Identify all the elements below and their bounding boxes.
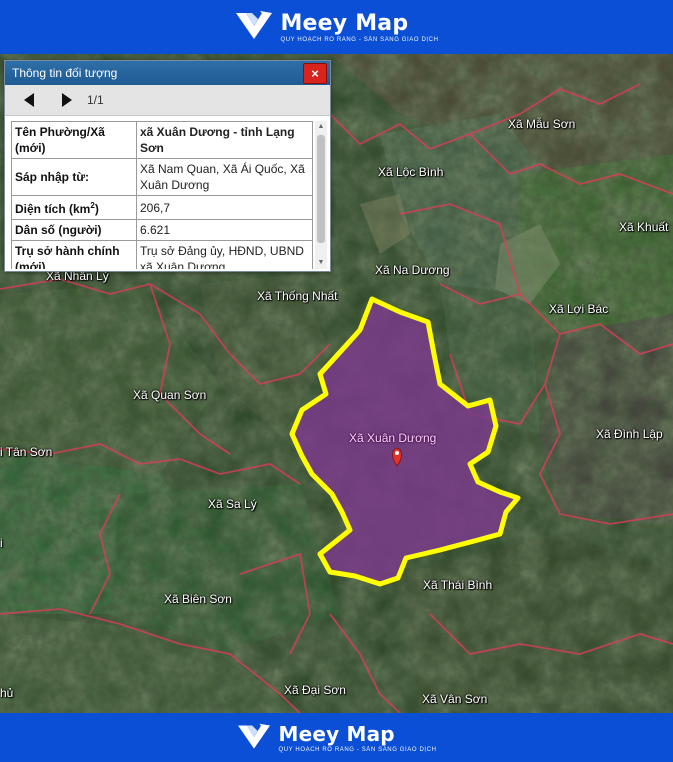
- scroll-thumb[interactable]: [317, 135, 325, 243]
- row-value: 6.621: [136, 219, 313, 241]
- place-label[interactable]: Xã Lộc Bình: [378, 165, 443, 179]
- table-row: Sáp nhập từ: Xã Nam Quan, Xã Ái Quốc, Xã…: [11, 158, 313, 196]
- pager: 1/1: [5, 85, 330, 116]
- brand-name: Meey Map: [280, 11, 409, 36]
- info-table: Tên Phường/Xã (mới) xã Xuân Dương - tỉnh…: [11, 121, 313, 269]
- place-label[interactable]: Xã Mẫu Sơn: [508, 117, 575, 131]
- brand-name: Meey Map: [278, 722, 395, 746]
- close-icon: ×: [311, 66, 319, 81]
- row-value: xã Xuân Dương - tỉnh Lạng Sơn: [136, 121, 313, 159]
- prev-button[interactable]: [19, 90, 39, 110]
- scroll-down-icon[interactable]: ▼: [315, 257, 327, 269]
- place-label[interactable]: Xã Đình Lập: [596, 427, 663, 441]
- table-row: Trụ sở hành chính (mới) Trụ sở Đảng ủy, …: [11, 240, 313, 269]
- row-key: Trụ sở hành chính (mới): [11, 240, 137, 269]
- table-row: Diện tích (km2) 206,7: [11, 195, 313, 220]
- top-banner: Meey Map QUY HOẠCH RÕ RÀNG - SẴN SÀNG GI…: [0, 0, 673, 54]
- page-count: 1/1: [87, 93, 104, 107]
- brand-logo-footer[interactable]: Meey Map QUY HOẠCH RÕ RÀNG - SẴN SÀNG GI…: [236, 722, 436, 754]
- place-label[interactable]: hủ: [0, 686, 13, 700]
- table-scrollbar[interactable]: ▲ ▼: [315, 121, 327, 269]
- triangle-left-icon: [24, 93, 34, 107]
- place-label[interactable]: Xã Biên Sơn: [164, 592, 232, 606]
- place-label[interactable]: i: [0, 536, 3, 550]
- meey-logo-icon: [238, 723, 271, 749]
- brand-logo[interactable]: Meey Map QUY HOẠCH RÕ RÀNG - SẴN SÀNG GI…: [234, 9, 438, 45]
- row-key: Sáp nhập từ:: [11, 158, 137, 196]
- row-value: Xã Nam Quan, Xã Ái Quốc, Xã Xuân Dương: [136, 158, 313, 196]
- row-key: Tên Phường/Xã (mới): [11, 121, 137, 159]
- scroll-up-icon[interactable]: ▲: [315, 121, 327, 133]
- brand-tagline: QUY HOẠCH RÕ RÀNG - SẴN SÀNG GIAO DỊCH: [278, 747, 437, 753]
- bottom-banner: Meey Map QUY HOẠCH RÕ RÀNG - SẴN SÀNG GI…: [0, 713, 673, 762]
- meey-logo-icon: [236, 11, 273, 39]
- place-label[interactable]: Xã Lợi Bác: [549, 302, 608, 316]
- place-label[interactable]: Xã Thái Bình: [423, 578, 492, 592]
- place-label[interactable]: Xã Sa Lý: [208, 497, 257, 511]
- brand-tagline: QUY HOẠCH RÕ RÀNG - SẴN SÀNG GIAO DỊCH: [280, 37, 439, 43]
- row-value: Trụ sở Đảng ủy, HĐND, UBND xã Xuân Dương: [136, 240, 313, 269]
- triangle-right-icon: [62, 93, 72, 107]
- object-info-panel: Thông tin đối tượng × 1/1 Tên Phường/Xã …: [4, 60, 331, 272]
- close-button[interactable]: ×: [303, 63, 327, 84]
- place-label[interactable]: Xã Đại Sơn: [284, 683, 346, 697]
- selected-place-label[interactable]: Xã Xuân Dương: [349, 431, 436, 445]
- place-label[interactable]: i Tân Sơn: [0, 445, 52, 459]
- place-label[interactable]: Xã Thống Nhất: [257, 289, 338, 303]
- panel-header: Thông tin đối tượng ×: [5, 61, 330, 85]
- table-row: Tên Phường/Xã (mới) xã Xuân Dương - tỉnh…: [11, 121, 313, 159]
- next-button[interactable]: [57, 90, 77, 110]
- place-label[interactable]: Xã Na Dương: [375, 263, 450, 277]
- info-table-scroll[interactable]: Tên Phường/Xã (mới) xã Xuân Dương - tỉnh…: [11, 121, 313, 269]
- place-label[interactable]: Xã Quan Sơn: [133, 388, 206, 402]
- row-key: Diện tích (km2): [11, 195, 137, 220]
- place-label[interactable]: Xã Vân Sơn: [422, 692, 487, 706]
- table-row: Dân số (người) 6.621: [11, 219, 313, 241]
- row-value: 206,7: [136, 195, 313, 220]
- panel-title: Thông tin đối tượng: [12, 66, 118, 80]
- row-key: Dân số (người): [11, 219, 137, 241]
- place-label[interactable]: Xã Khuất: [619, 220, 668, 234]
